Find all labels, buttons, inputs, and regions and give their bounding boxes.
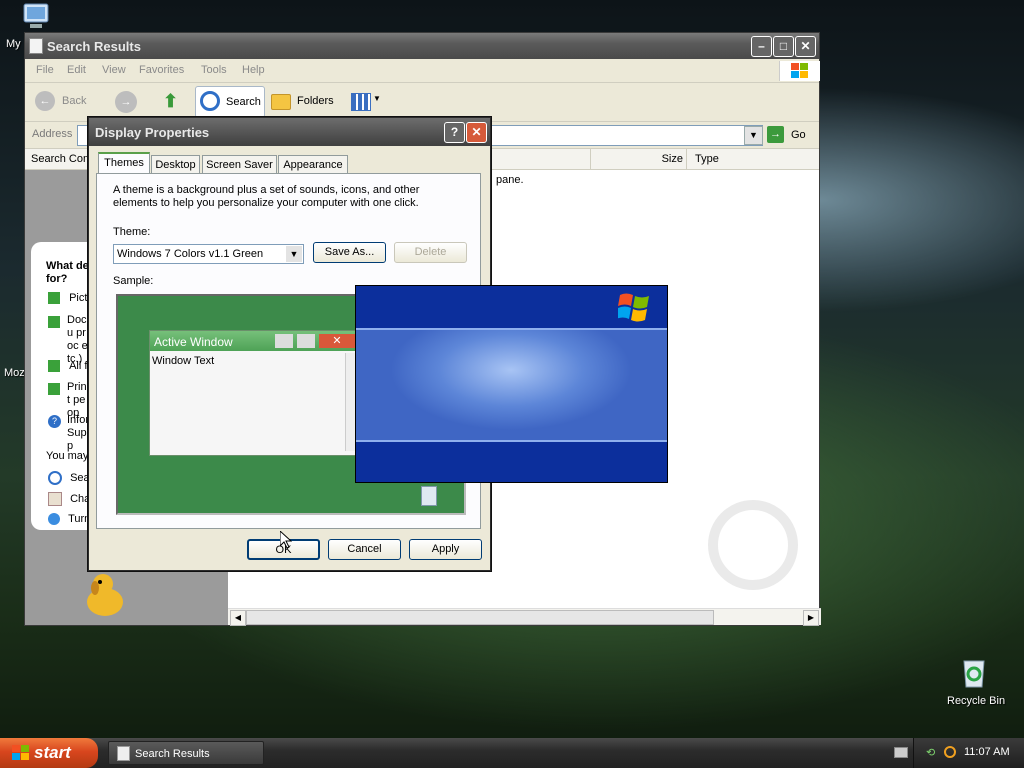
back-button[interactable]: ← Back (35, 91, 99, 113)
window-titlebar[interactable]: Search Results – □ ✕ (25, 33, 819, 59)
green-arrow-icon (48, 316, 60, 328)
tab-themes[interactable]: Themes (98, 152, 150, 174)
views-grid-icon (351, 93, 371, 111)
sample-label: Sample: (113, 275, 154, 287)
sample-window-text: Window Text (152, 355, 215, 367)
search-button[interactable]: Search (195, 86, 265, 118)
desktop-icon-label: My (6, 38, 21, 50)
windows-logo-icon (779, 61, 820, 81)
network-icon[interactable]: ⟲ (926, 746, 938, 759)
minimize-button[interactable]: – (751, 36, 772, 57)
green-arrow-icon (48, 383, 60, 395)
column-size[interactable]: Size (590, 149, 687, 169)
folders-button[interactable]: Folders (271, 91, 337, 113)
chevron-down-icon[interactable]: ▼ (286, 246, 302, 262)
scroll-thumb[interactable] (246, 610, 714, 625)
maximize-button[interactable]: □ (773, 36, 794, 57)
system-tray: ⟲ 11:07 AM (894, 738, 1024, 768)
search-icon (48, 471, 62, 485)
taskbar: start Search Results ⟲ 11:07 AM (0, 738, 1024, 768)
desktop-icon-label: Recycle Bin (947, 695, 1006, 707)
back-arrow-icon: ← (35, 91, 55, 111)
companion-option[interactable]: All fil (48, 360, 92, 373)
close-button[interactable]: ✕ (795, 36, 816, 57)
keyboard-icon[interactable] (894, 747, 908, 758)
companion-extra[interactable]: Sear (48, 471, 93, 485)
save-as-button[interactable]: Save As... (313, 242, 386, 263)
magnifier-watermark-icon (708, 500, 798, 590)
close-button[interactable]: ✕ (466, 122, 487, 143)
address-dropdown-button[interactable]: ▼ (744, 126, 763, 145)
scroll-left-button[interactable]: ◀ (230, 610, 246, 626)
windows-splash-screen (355, 285, 668, 483)
views-button[interactable]: ▼ (351, 91, 383, 113)
menu-file[interactable]: File (36, 64, 54, 76)
menu-tools[interactable]: Tools (201, 64, 227, 76)
menu-edit[interactable]: Edit (67, 64, 86, 76)
taskbar-item-search-results[interactable]: Search Results (108, 741, 264, 765)
search-dog-icon[interactable] (79, 570, 131, 620)
companion-extra[interactable]: Turn (48, 513, 90, 526)
search-icon[interactable] (944, 746, 956, 758)
tab-screen-saver[interactable]: Screen Saver (202, 155, 277, 173)
go-button[interactable]: → Go (767, 125, 811, 145)
companion-option[interactable]: Pictu (48, 292, 94, 305)
sample-window-title: Active Window (154, 335, 233, 349)
window-icon (29, 38, 43, 54)
go-arrow-icon: → (767, 126, 784, 143)
delete-button[interactable]: Delete (394, 242, 467, 263)
sample-window-titlebar: Active Window ✕ (150, 331, 390, 351)
green-arrow-icon (48, 292, 60, 305)
column-type[interactable]: Type (686, 149, 815, 169)
globe-icon (48, 513, 60, 526)
theme-select[interactable]: Windows 7 Colors v1.1 Green ▼ (113, 244, 304, 264)
companion-question: What de for? (46, 260, 89, 285)
menu-view[interactable]: View (102, 64, 126, 76)
menu-favorites[interactable]: Favorites (139, 64, 184, 76)
window-icon (117, 746, 130, 761)
help-button[interactable]: ? (444, 122, 465, 143)
dialog-titlebar[interactable]: Display Properties ? ✕ (89, 118, 490, 146)
minimize-icon (275, 334, 293, 348)
apply-button[interactable]: Apply (409, 539, 482, 560)
search-companion-title: Search Com (31, 153, 93, 165)
companion-you-may: You may (46, 450, 89, 462)
scroll-right-button[interactable]: ▶ (803, 610, 819, 626)
close-icon: ✕ (319, 334, 355, 348)
recycle-bin-icon (421, 486, 437, 506)
windows-flag-icon (616, 292, 652, 325)
recycle-bin-icon[interactable] (958, 655, 990, 689)
preferences-icon (48, 492, 62, 506)
menu-bar: File Edit View Favorites Tools Help (25, 60, 820, 83)
chevron-down-icon: ▼ (373, 94, 381, 103)
maximize-icon (297, 334, 315, 348)
computer-icon (23, 3, 49, 28)
address-label: Address (32, 128, 73, 140)
themes-description: A theme is a background plus a set of so… (113, 184, 420, 209)
horizontal-scrollbar[interactable]: ◀ ▶ (228, 608, 821, 626)
window-title: Search Results (47, 39, 141, 54)
forward-button[interactable]: → (115, 91, 137, 113)
search-icon (200, 91, 220, 111)
desktop-icon-my-computer[interactable] (20, 2, 60, 32)
tab-desktop[interactable]: Desktop (151, 155, 200, 173)
desktop-icon-label: Moz (4, 367, 25, 379)
tab-appearance[interactable]: Appearance (278, 155, 348, 173)
folder-icon (271, 94, 291, 110)
splash-band (356, 328, 667, 442)
up-folder-icon[interactable]: ⬆ (163, 91, 185, 113)
help-icon: ? (48, 415, 61, 428)
dialog-title: Display Properties (95, 125, 210, 140)
clock: 11:07 AM (964, 746, 1010, 758)
results-message: pane. (496, 174, 524, 186)
start-button[interactable]: start (0, 738, 98, 768)
windows-flag-icon (12, 745, 30, 766)
theme-label: Theme: (113, 226, 151, 238)
cancel-button[interactable]: Cancel (328, 539, 401, 560)
menu-help[interactable]: Help (242, 64, 265, 76)
mouse-cursor-icon (279, 529, 293, 552)
green-arrow-icon (48, 360, 60, 373)
